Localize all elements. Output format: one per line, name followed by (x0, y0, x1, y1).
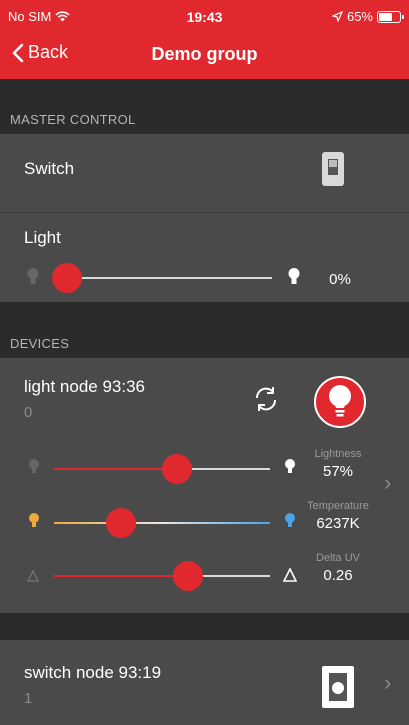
battery-fill (379, 12, 392, 21)
light-node-address: 0 (24, 404, 33, 421)
temperature-label: Temperature (307, 500, 369, 512)
switch-node-address: 1 (24, 690, 33, 707)
switch-node-name: switch node 93:19 (24, 663, 162, 682)
bulb-on-icon (288, 268, 300, 284)
delta-icon (283, 568, 297, 582)
bulb-on-icon (285, 459, 295, 473)
light-node-name: light node 93:36 (24, 377, 145, 396)
lightness-slider-knob[interactable] (162, 454, 193, 484)
master-light-label: Light (24, 228, 61, 247)
row-divider (0, 212, 409, 213)
temperature-value: 6237K (316, 515, 360, 532)
chevron-right-icon[interactable]: › (384, 670, 391, 696)
master-control-panel: Switch Light 0% (0, 134, 409, 302)
master-switch-toggle[interactable] (322, 152, 344, 186)
delta-uv-value: 0.26 (323, 567, 353, 584)
page-title: Demo group (151, 44, 258, 64)
temperature-slider-track[interactable] (54, 522, 270, 524)
master-light-slider-track[interactable] (54, 277, 272, 279)
master-switch-label: Switch (24, 159, 75, 178)
bulb-off-icon (27, 268, 39, 284)
master-control-section-label: MASTER CONTROL (10, 112, 136, 127)
refresh-icon[interactable] (252, 385, 280, 413)
status-bar: No SIM 19:43 65% (0, 0, 409, 32)
light-node-card[interactable]: light node 93:36 0 Lightness 57% Tempera… (0, 358, 409, 613)
chevron-right-icon[interactable]: › (384, 470, 391, 496)
warm-bulb-icon (29, 513, 39, 527)
lightness-label: Lightness (314, 448, 362, 460)
delta-uv-label: Delta UV (315, 552, 361, 564)
battery-icon (377, 10, 404, 23)
delta-outline-icon (27, 570, 39, 582)
switch-node-card[interactable]: switch node 93:19 1 › (0, 640, 409, 725)
temperature-slider-knob[interactable] (105, 508, 136, 538)
delta-uv-slider-knob[interactable] (172, 561, 203, 591)
switch-lever-icon (328, 159, 338, 175)
master-light-slider-knob[interactable] (52, 263, 83, 293)
lightness-value: 57% (322, 463, 354, 480)
wall-switch-icon (322, 666, 354, 708)
location-arrow-icon (331, 11, 343, 22)
devices-section-label: DEVICES (10, 336, 70, 351)
nav-bar: Back Demo group (0, 34, 409, 76)
battery-percent: 65% (346, 9, 373, 24)
cool-bulb-icon (285, 513, 295, 527)
bulb-off-icon (29, 459, 39, 473)
delta-uv-slider-track[interactable] (54, 575, 270, 577)
light-power-button-icon[interactable] (313, 375, 367, 429)
master-light-value: 0% (329, 271, 351, 288)
